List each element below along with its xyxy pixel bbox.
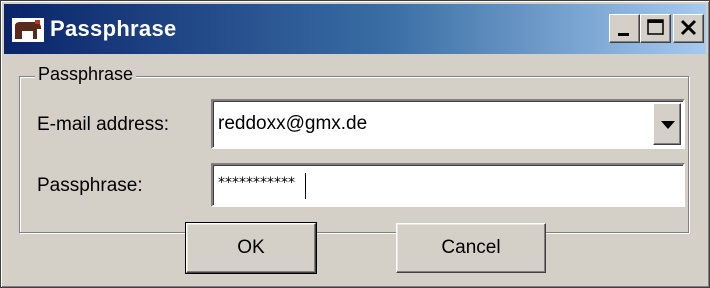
passphrase-label: Passphrase: [37, 175, 143, 196]
maximize-icon [647, 19, 664, 35]
horse-app-icon [12, 18, 44, 42]
email-combobox[interactable]: reddoxx@gmx.de [211, 99, 685, 149]
email-dropdown-button[interactable] [653, 103, 681, 145]
passphrase-dialog: Passphrase Passphrase E-mail address: re… [0, 0, 710, 288]
cancel-button[interactable]: Cancel [396, 223, 546, 273]
close-button[interactable] [673, 14, 704, 43]
close-icon [680, 19, 697, 36]
group-legend: Passphrase [35, 64, 137, 85]
window-title: Passphrase [50, 16, 177, 41]
text-caret [305, 173, 306, 199]
passphrase-masked-value[interactable]: *********** [218, 175, 295, 191]
maximize-button[interactable] [640, 14, 671, 43]
minimize-icon [618, 33, 629, 36]
email-label: E-mail address: [37, 114, 169, 135]
ok-button[interactable]: OK [185, 222, 317, 274]
minimize-button[interactable] [609, 14, 640, 43]
email-value[interactable]: reddoxx@gmx.de [218, 113, 367, 135]
chevron-down-icon [661, 121, 675, 129]
title-bar[interactable]: Passphrase [4, 4, 706, 54]
passphrase-input[interactable]: *********** [211, 163, 685, 207]
